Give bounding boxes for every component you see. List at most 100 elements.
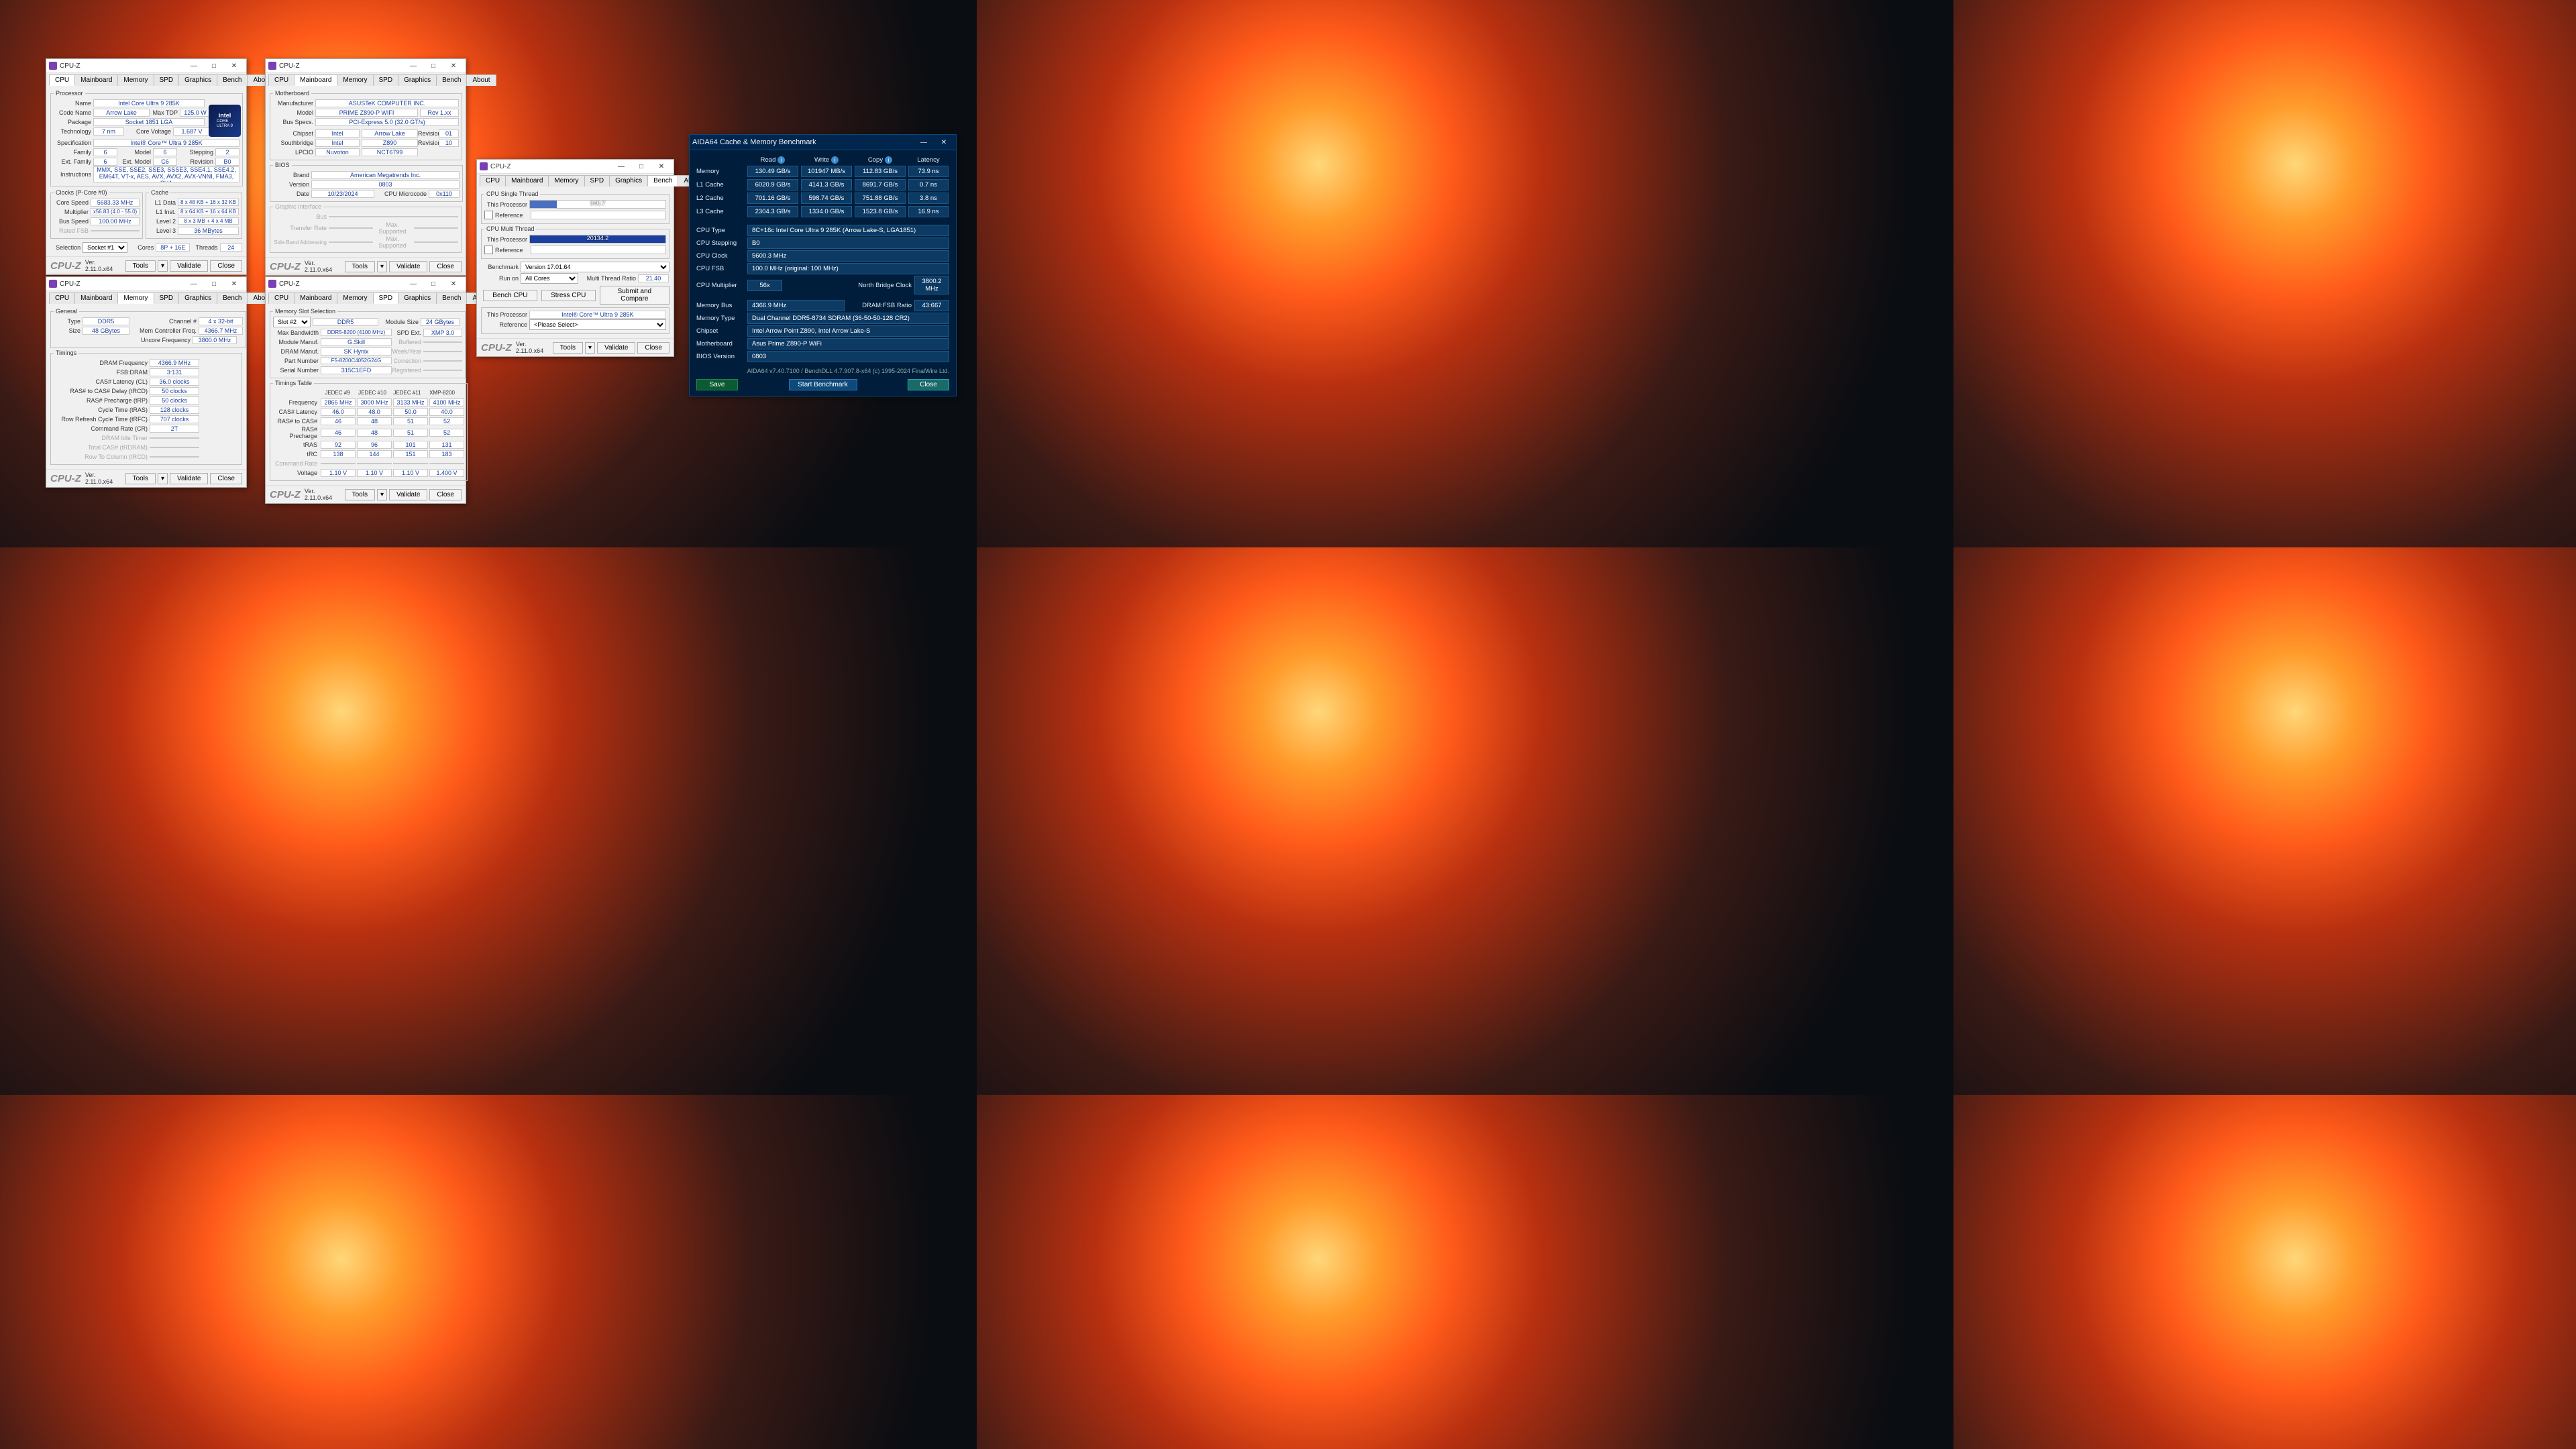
group-timings-table: Timings Table JEDEC #9JEDEC #10JEDEC #11… (270, 380, 468, 481)
tab-graphics[interactable]: Graphics (178, 74, 217, 86)
minimize-button[interactable]: — (404, 278, 423, 289)
close-button[interactable]: ✕ (225, 60, 244, 71)
tab-bench[interactable]: Bench (436, 292, 467, 304)
validate-button[interactable]: Validate (170, 260, 208, 272)
close-button-footer[interactable]: Close (210, 260, 242, 272)
maximize-button[interactable]: □ (205, 278, 223, 289)
tab-graphics[interactable]: Graphics (398, 74, 437, 86)
aida-info-row: CPU Type8C+16c Intel Core Ultra 9 285K (… (696, 225, 949, 236)
tab-graphics[interactable]: Graphics (609, 175, 648, 186)
tab-cpu[interactable]: CPU (268, 292, 294, 304)
close-button[interactable]: Close (908, 379, 949, 390)
slot-select[interactable]: Slot #2 (273, 317, 311, 327)
tab-bench[interactable]: Bench (217, 74, 248, 86)
close-button-footer[interactable]: Close (429, 261, 462, 272)
tools-button[interactable]: Tools (345, 261, 375, 272)
tab-cpu[interactable]: CPU (480, 175, 506, 186)
window-cpuz-cpu[interactable]: CPU-Z — □ ✕ CPU Mainboard Memory SPD Gra… (46, 58, 247, 275)
bench-version-select[interactable]: Version 17.01.64 (521, 262, 669, 272)
bench-cpu-button[interactable]: Bench CPU (483, 290, 537, 301)
reference-select[interactable]: <Please Select> (529, 319, 666, 330)
run-on-select[interactable]: All Cores (521, 273, 578, 284)
close-button[interactable]: ✕ (652, 161, 671, 172)
l3: 36 MBytes (178, 227, 239, 235)
aida-title: AIDA64 Cache & Memory Benchmark (692, 138, 914, 146)
info-icon[interactable]: i (831, 156, 839, 164)
tab-mainboard[interactable]: Mainboard (294, 292, 337, 304)
maximize-button[interactable]: □ (632, 161, 651, 172)
socket-select[interactable]: Socket #1 (83, 242, 127, 253)
stress-cpu-button[interactable]: Stress CPU (541, 290, 596, 301)
tab-bench[interactable]: Bench (647, 175, 678, 186)
maximize-button[interactable]: □ (205, 60, 223, 71)
tab-memory[interactable]: Memory (337, 292, 373, 304)
tab-cpu[interactable]: CPU (49, 74, 75, 86)
window-cpuz-memory[interactable]: CPU-Z—□✕ CPUMainboardMemorySPDGraphicsBe… (46, 276, 247, 488)
tools-dropdown[interactable]: ▾ (377, 261, 387, 272)
tab-mainboard[interactable]: Mainboard (74, 292, 118, 304)
tab-spd[interactable]: SPD (154, 74, 180, 86)
tab-memory[interactable]: Memory (117, 74, 154, 86)
tab-bench[interactable]: Bench (217, 292, 248, 304)
start-benchmark-button[interactable]: Start Benchmark (789, 379, 857, 390)
tab-about[interactable]: About (466, 74, 496, 86)
tab-bench[interactable]: Bench (436, 74, 467, 86)
chipset-rev: 01 (439, 129, 459, 138)
mb-model: PRIME Z890-P WIFI (315, 109, 418, 117)
close-button-footer[interactable]: Close (210, 473, 242, 484)
validate-button[interactable]: Validate (389, 261, 427, 272)
ref-checkbox[interactable] (484, 246, 493, 254)
close-button-footer[interactable]: Close (637, 342, 669, 354)
tools-dropdown[interactable]: ▾ (158, 473, 168, 484)
revision: B0 (215, 158, 239, 166)
close-button-footer[interactable]: Close (429, 489, 462, 500)
minimize-button[interactable]: — (184, 60, 203, 71)
window-cpuz-spd[interactable]: CPU-Z—□✕ CPUMainboardMemorySPDGraphicsBe… (265, 276, 466, 504)
tab-graphics[interactable]: Graphics (398, 292, 437, 304)
info-icon[interactable]: i (777, 156, 785, 164)
tools-button[interactable]: Tools (553, 342, 583, 354)
tab-spd[interactable]: SPD (584, 175, 610, 186)
tras: 128 clocks (150, 406, 199, 414)
close-button[interactable]: ✕ (444, 278, 463, 289)
submit-compare-button[interactable]: Submit and Compare (600, 286, 669, 305)
ref-checkbox[interactable] (484, 211, 493, 219)
tab-cpu[interactable]: CPU (268, 74, 294, 86)
maximize-button[interactable]: □ (424, 60, 443, 71)
minimize-button[interactable]: — (612, 161, 631, 172)
tab-graphics[interactable]: Graphics (178, 292, 217, 304)
close-button[interactable]: ✕ (934, 137, 953, 148)
tab-spd[interactable]: SPD (373, 74, 399, 86)
tab-memory[interactable]: Memory (337, 74, 373, 86)
tools-button[interactable]: Tools (345, 489, 375, 500)
close-button[interactable]: ✕ (225, 278, 244, 289)
tab-spd[interactable]: SPD (373, 292, 399, 304)
window-aida64[interactable]: AIDA64 Cache & Memory Benchmark—✕ ReadiW… (689, 134, 957, 396)
tab-cpu[interactable]: CPU (49, 292, 75, 304)
tools-dropdown[interactable]: ▾ (585, 342, 595, 354)
minimize-button[interactable]: — (914, 137, 933, 148)
tools-dropdown[interactable]: ▾ (377, 489, 387, 500)
tools-button[interactable]: Tools (125, 473, 156, 484)
tab-mainboard[interactable]: Mainboard (74, 74, 118, 86)
aida-footer: AIDA64 v7.40.7100 / BenchDLL 4.7.907.8-x… (690, 368, 956, 377)
minimize-button[interactable]: — (404, 60, 423, 71)
window-cpuz-mainboard[interactable]: CPU-Z—□✕ CPUMainboardMemorySPDGraphicsBe… (265, 58, 466, 276)
validate-button[interactable]: Validate (389, 489, 427, 500)
tab-spd[interactable]: SPD (154, 292, 180, 304)
tab-mainboard[interactable]: Mainboard (294, 74, 337, 86)
tab-memory[interactable]: Memory (548, 175, 584, 186)
validate-button[interactable]: Validate (597, 342, 635, 354)
validate-button[interactable]: Validate (170, 473, 208, 484)
tab-memory[interactable]: Memory (117, 292, 154, 304)
save-button[interactable]: Save (696, 379, 738, 390)
window-cpuz-bench[interactable]: CPU-Z—□✕ CPUMainboardMemorySPDGraphicsBe… (476, 159, 674, 357)
minimize-button[interactable]: — (184, 278, 203, 289)
titlebar[interactable]: CPU-Z — □ ✕ (46, 59, 246, 73)
close-button[interactable]: ✕ (444, 60, 463, 71)
tools-button[interactable]: Tools (125, 260, 156, 272)
tab-mainboard[interactable]: Mainboard (505, 175, 549, 186)
maximize-button[interactable]: □ (424, 278, 443, 289)
tools-dropdown[interactable]: ▾ (158, 260, 168, 272)
info-icon[interactable]: i (885, 156, 892, 164)
